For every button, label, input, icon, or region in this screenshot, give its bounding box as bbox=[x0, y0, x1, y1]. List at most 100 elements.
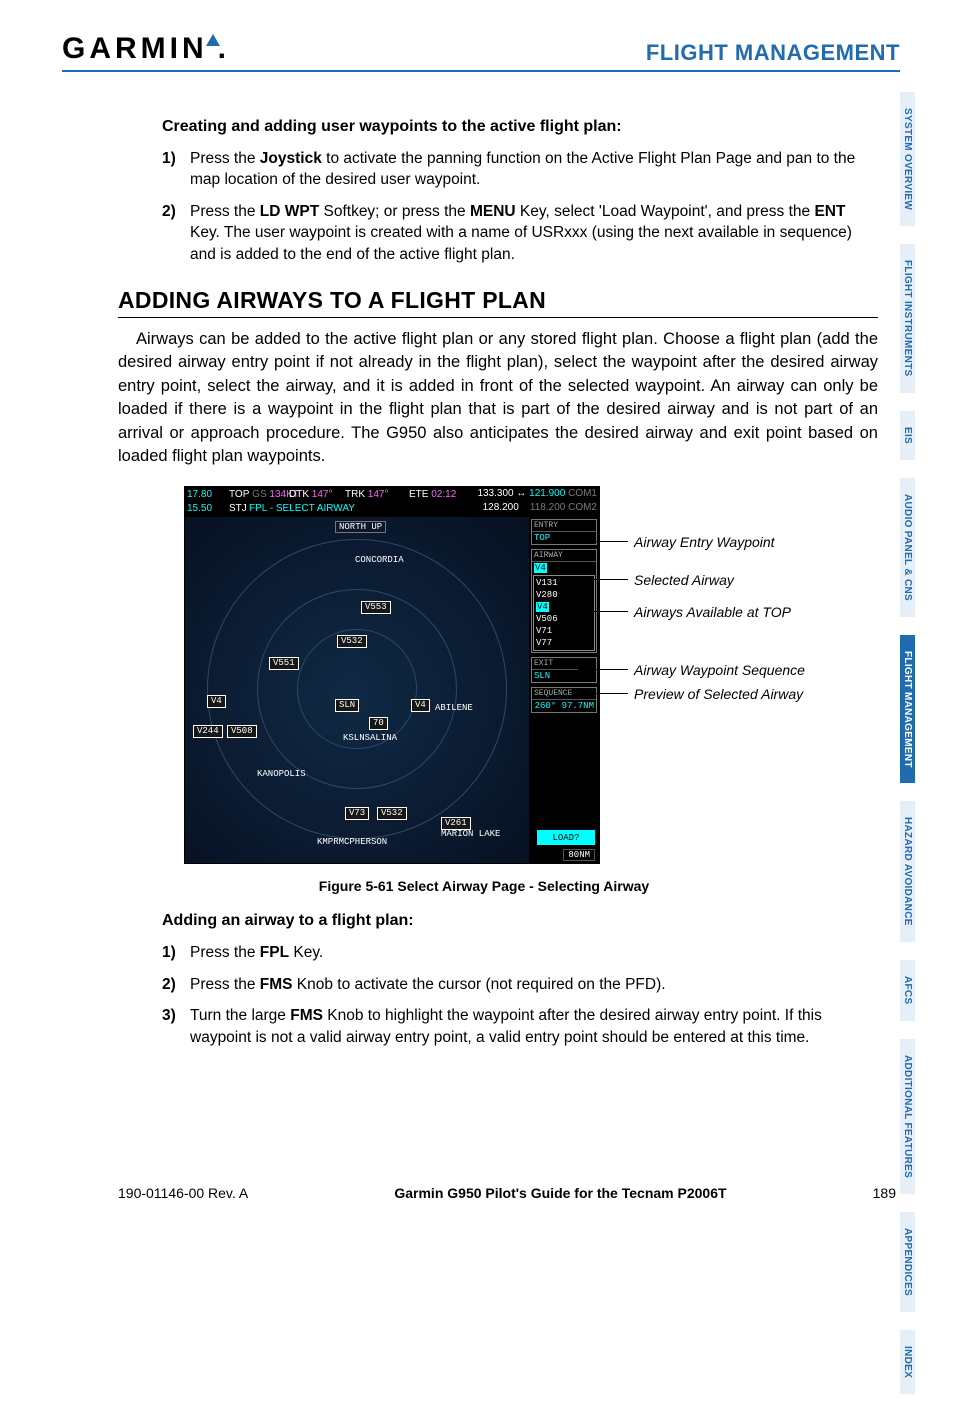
v: 147° bbox=[312, 489, 333, 500]
page-footer: 190-01146-00 Rev. A Garmin G950 Pilot's … bbox=[118, 1185, 896, 1201]
place-label: MARION LAKE bbox=[441, 829, 500, 839]
place-label: CONCORDIA bbox=[355, 555, 404, 565]
tab-additional-features[interactable]: ADDITIONAL FEATURES bbox=[900, 1039, 915, 1194]
list-1: 1) Press the Joystick to activate the pa… bbox=[162, 148, 878, 265]
airway-label: SLN bbox=[335, 699, 359, 712]
place-label: KMPRMCPHERSON bbox=[317, 837, 387, 847]
tab-appendices[interactable]: APPENDICES bbox=[900, 1212, 915, 1312]
t: FPL bbox=[260, 944, 289, 961]
place-label: ABILENE bbox=[435, 703, 473, 713]
mfd-select-panel: ENTRY TOP AIRWAY V4 V131V280V4V506V71V77… bbox=[529, 517, 599, 863]
garmin-logo: GARMIN. bbox=[62, 32, 230, 66]
tab-system-overview[interactable]: SYSTEM OVERVIEW bbox=[900, 92, 915, 226]
t: Key, select 'Load Waypoint', and press t… bbox=[516, 203, 815, 220]
val: SLN bbox=[532, 670, 596, 682]
list-item: 1) Press the Joystick to activate the pa… bbox=[162, 148, 878, 191]
annotation-label: Airway Entry Waypoint bbox=[634, 534, 775, 550]
page-title: FPL - SELECT AIRWAY bbox=[249, 502, 479, 515]
v: 128.200 bbox=[483, 502, 519, 513]
hdr: AIRWAY bbox=[532, 550, 596, 562]
doc-title: Garmin G950 Pilot's Guide for the Tecnam… bbox=[394, 1185, 726, 1201]
airway-label: V244 bbox=[193, 725, 223, 738]
nav1: 17.80 bbox=[187, 488, 212, 501]
doc-number: 190-01146-00 Rev. A bbox=[118, 1185, 248, 1201]
t: Press the bbox=[190, 976, 260, 993]
v: 133.300 bbox=[477, 488, 513, 499]
place-label: KANOPOLIS bbox=[257, 769, 306, 779]
t: Turn the large bbox=[190, 1007, 290, 1024]
airway-label: V553 bbox=[361, 601, 391, 614]
t: Knob to activate the cursor (not require… bbox=[293, 976, 666, 993]
airway-label: 70 bbox=[369, 717, 388, 730]
tab-afcs[interactable]: AFCS bbox=[900, 960, 915, 1020]
tab-index[interactable]: INDEX bbox=[900, 1330, 915, 1394]
tab-hazard-avoidance[interactable]: HAZARD AVOIDANCE bbox=[900, 801, 915, 942]
airway-option[interactable]: V71 bbox=[536, 625, 592, 637]
heading-airways: ADDING AIRWAYS TO A FLIGHT PLAN bbox=[118, 287, 878, 318]
side-tabs: SYSTEM OVERVIEW FLIGHT INSTRUMENTS EIS AUDI… bbox=[900, 92, 936, 1412]
l: TOP bbox=[229, 489, 249, 500]
v: 02:12 bbox=[431, 489, 456, 500]
airway-option[interactable]: V506 bbox=[536, 613, 592, 625]
mfd-topbar: 17.80 TOP GS 134KT DTK 147° TRK 147° ETE… bbox=[185, 487, 599, 517]
list-item: 1) Press the FPL Key. bbox=[162, 942, 878, 963]
t: Softkey; or press the bbox=[319, 203, 470, 220]
l: COM1 bbox=[568, 488, 597, 499]
leader-line bbox=[578, 541, 628, 542]
logo-text: GARMIN bbox=[62, 32, 208, 66]
load-button[interactable]: LOAD? bbox=[537, 830, 595, 845]
nav2: 15.50 bbox=[187, 502, 212, 515]
figure-caption: Figure 5-61 Select Airway Page - Selecti… bbox=[144, 878, 824, 894]
logo-dot: . bbox=[218, 32, 230, 66]
v: 118.200 bbox=[530, 502, 565, 513]
mfd-display: 17.80 TOP GS 134KT DTK 147° TRK 147° ETE… bbox=[184, 486, 600, 864]
t: Press the bbox=[190, 203, 260, 220]
item-number: 1) bbox=[162, 942, 176, 963]
exit-box: EXIT SLN bbox=[531, 657, 597, 683]
val: 260° 97.7NM bbox=[532, 700, 596, 712]
airway-box: AIRWAY V4 V131V280V4V506V71V77 bbox=[531, 549, 597, 653]
list-item: 3)Turn the large FMS Knob to highlight t… bbox=[162, 1005, 878, 1048]
airway-label: V532 bbox=[377, 807, 407, 820]
t: Press the bbox=[190, 944, 260, 961]
item-number: 3) bbox=[162, 1005, 176, 1026]
t: MENU bbox=[470, 203, 516, 220]
place-label: KSLNSALINA bbox=[343, 733, 397, 743]
val: TOP bbox=[532, 532, 596, 544]
t: Key. bbox=[289, 944, 323, 961]
annotation-label: Selected Airway bbox=[634, 572, 734, 588]
leader-line bbox=[578, 669, 628, 670]
airway-option[interactable]: V280 bbox=[536, 589, 592, 601]
selected[interactable]: V4 bbox=[534, 563, 547, 573]
leader-line bbox=[578, 579, 628, 580]
tab-flight-instruments[interactable]: FLIGHT INSTRUMENTS bbox=[900, 244, 915, 393]
t: Key. The user waypoint is created with a… bbox=[190, 224, 852, 262]
l: DTK bbox=[289, 489, 309, 500]
l: COM2 bbox=[568, 502, 597, 513]
north-up-label: NORTH UP bbox=[335, 521, 386, 533]
item-number: 2) bbox=[162, 201, 176, 222]
leader-line bbox=[578, 611, 628, 612]
subheading-1: Creating and adding user waypoints to th… bbox=[162, 118, 878, 136]
hdr: ENTRY bbox=[532, 520, 596, 532]
figure-annotations: Airway Entry Waypoint Selected Airway Airw… bbox=[600, 486, 824, 864]
page-header: GARMIN. FLIGHT MANAGEMENT bbox=[62, 32, 900, 72]
annotation-label: Airways Available at TOP bbox=[634, 604, 791, 620]
t: LD WPT bbox=[260, 203, 319, 220]
v: 147° bbox=[368, 489, 389, 500]
t: ENT bbox=[814, 203, 845, 220]
mfd-map: NORTH UP V553V532V551V4V244V508SLNV470V7… bbox=[185, 517, 529, 863]
tab-eis[interactable]: EIS bbox=[900, 411, 915, 460]
tab-flight-management[interactable]: FLIGHT MANAGEMENT bbox=[900, 635, 915, 784]
t: FMS bbox=[290, 1007, 323, 1024]
tab-audio-panel-cns[interactable]: AUDIO PANEL & CNS bbox=[900, 478, 915, 617]
subheading-2: Adding an airway to a flight plan: bbox=[162, 912, 878, 930]
airway-label: V4 bbox=[207, 695, 226, 708]
map-scale: 80NM bbox=[563, 849, 595, 861]
l: GS bbox=[252, 489, 266, 500]
list-item: 2)Press the FMS Knob to activate the cur… bbox=[162, 974, 878, 995]
page-number: 189 bbox=[873, 1185, 896, 1201]
airway-option[interactable]: V77 bbox=[536, 637, 592, 649]
airway-options[interactable]: V131V280V4V506V71V77 bbox=[533, 575, 595, 651]
v: 121.900 bbox=[529, 488, 565, 499]
